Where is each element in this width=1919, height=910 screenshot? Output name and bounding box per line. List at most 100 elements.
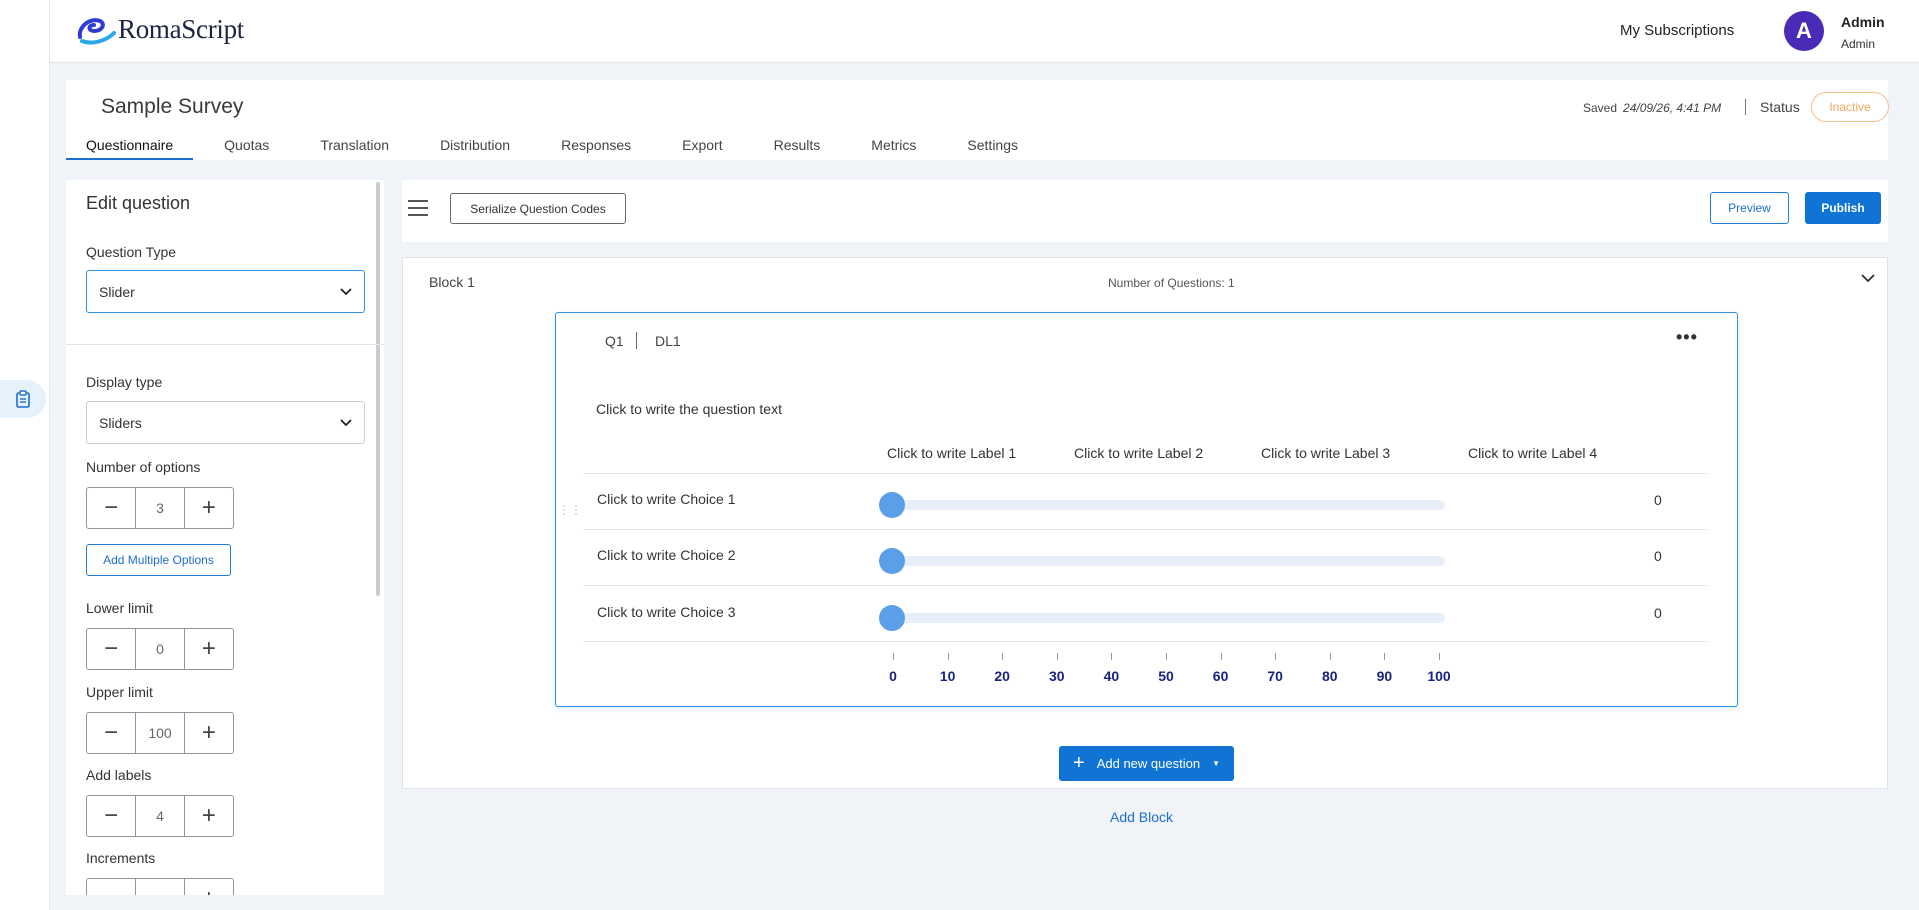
- tab-translation[interactable]: Translation: [300, 133, 409, 160]
- scale-tick: [1329, 653, 1331, 660]
- rail-item-questionnaire[interactable]: [0, 380, 46, 418]
- plus-icon: +: [1073, 752, 1085, 774]
- question-type-value: Slider: [99, 283, 135, 300]
- scale-tick: [1439, 653, 1440, 660]
- clipboard-icon: [16, 390, 30, 408]
- add-block-link[interactable]: Add Block: [1110, 809, 1173, 825]
- scale-tick: [1002, 653, 1004, 660]
- increments-value[interactable]: [135, 879, 185, 895]
- brand-logo[interactable]: RomaScript: [76, 14, 244, 45]
- status-badge[interactable]: Inactive: [1811, 92, 1889, 122]
- scale-tick: [893, 653, 894, 660]
- add-labels-label: Add labels: [86, 767, 152, 783]
- preview-button[interactable]: Preview: [1710, 192, 1789, 224]
- slider-track-1[interactable]: [893, 500, 1445, 510]
- add-new-question-button[interactable]: + Add new question ▼: [1059, 746, 1234, 781]
- edit-question-panel: Edit question Question Type Slider Displ…: [66, 180, 384, 895]
- minus-icon[interactable]: −: [87, 488, 135, 528]
- increments-stepper: − +: [86, 878, 234, 895]
- tab-export[interactable]: Export: [662, 133, 742, 160]
- plus-icon[interactable]: +: [185, 879, 233, 895]
- edit-panel-separator: [66, 344, 384, 345]
- plus-icon[interactable]: +: [185, 713, 233, 753]
- slider-track-3[interactable]: [893, 613, 1445, 623]
- scale-tick: [1220, 653, 1222, 660]
- minus-icon[interactable]: −: [87, 796, 135, 836]
- row-divider: [583, 473, 1707, 474]
- scale-tick-label: 10: [939, 668, 956, 684]
- choice-label-3[interactable]: Click to write Choice 3: [597, 604, 736, 620]
- survey-tabs: Questionnaire Quotas Translation Distrib…: [66, 133, 1049, 160]
- lower-limit-stepper: − 0 +: [86, 628, 234, 670]
- question-code[interactable]: DL1: [655, 333, 681, 349]
- block-title[interactable]: Block 1: [429, 274, 475, 290]
- upper-limit-value[interactable]: 100: [135, 713, 185, 753]
- plus-icon[interactable]: +: [185, 796, 233, 836]
- minus-icon[interactable]: −: [87, 713, 135, 753]
- tab-results[interactable]: Results: [754, 133, 841, 160]
- lower-limit-value[interactable]: 0: [135, 629, 185, 669]
- display-type-value: Sliders: [99, 414, 142, 431]
- my-subscriptions-link[interactable]: My Subscriptions: [1620, 22, 1734, 39]
- question-text[interactable]: Click to write the question text: [596, 401, 782, 417]
- num-options-stepper: − 3 +: [86, 487, 234, 529]
- user-role: Admin: [1841, 37, 1876, 51]
- drag-handle-icon[interactable]: ⋮⋮: [558, 504, 582, 516]
- tab-distribution[interactable]: Distribution: [420, 133, 530, 160]
- tab-questionnaire[interactable]: Questionnaire: [66, 133, 194, 160]
- row-divider: [583, 585, 1707, 586]
- num-options-label: Number of options: [86, 459, 201, 475]
- user-name: Admin: [1841, 14, 1885, 30]
- publish-button[interactable]: Publish: [1805, 192, 1881, 224]
- choice-label-1[interactable]: Click to write Choice 1: [597, 491, 736, 507]
- scale-tick-label: 90: [1376, 668, 1393, 684]
- edit-panel-scrollbar[interactable]: [376, 182, 380, 596]
- scale-tick: [1275, 653, 1277, 660]
- serialize-question-codes-button[interactable]: Serialize Question Codes: [450, 193, 626, 224]
- scale-tick-label: 70: [1267, 668, 1283, 684]
- avatar[interactable]: A: [1784, 11, 1824, 51]
- tab-quotas[interactable]: Quotas: [204, 133, 289, 160]
- add-labels-value[interactable]: 4: [135, 796, 185, 836]
- slider-value-1: 0: [1654, 492, 1662, 508]
- display-type-select[interactable]: Sliders: [86, 401, 365, 444]
- scale-tick-label: 40: [1103, 668, 1120, 684]
- plus-icon[interactable]: +: [185, 488, 233, 528]
- tab-responses[interactable]: Responses: [541, 133, 651, 160]
- scale-tick-label: 0: [889, 668, 897, 684]
- slider-thumb-3[interactable]: [879, 605, 905, 631]
- minus-icon[interactable]: −: [87, 629, 135, 669]
- more-options-icon[interactable]: •••: [1676, 327, 1698, 348]
- scale-tick-label: 50: [1158, 668, 1174, 684]
- scale-tick-label: 30: [1049, 668, 1065, 684]
- slider-value-2: 0: [1654, 548, 1662, 564]
- add-multiple-options-button[interactable]: Add Multiple Options: [86, 544, 231, 576]
- tab-settings[interactable]: Settings: [947, 133, 1038, 160]
- scale-label-3[interactable]: Click to write Label 3: [1261, 445, 1390, 461]
- scale-tick: [947, 653, 949, 660]
- tab-metrics[interactable]: Metrics: [851, 133, 936, 160]
- question-type-select[interactable]: Slider: [86, 270, 365, 313]
- num-options-value[interactable]: 3: [135, 488, 185, 528]
- question-card[interactable]: Q1 DL1 ••• ⋮⋮ Click to write the questio…: [555, 312, 1738, 707]
- scale-tick-label: 60: [1212, 668, 1229, 684]
- chevron-down-icon[interactable]: [1861, 274, 1875, 283]
- plus-icon[interactable]: +: [185, 629, 233, 669]
- scale-label-4[interactable]: Click to write Label 4: [1468, 445, 1597, 461]
- scale-label-1[interactable]: Click to write Label 1: [887, 445, 1016, 461]
- top-header: RomaScript My Subscriptions A Admin Admi…: [50, 0, 1919, 63]
- minus-icon[interactable]: −: [87, 879, 135, 895]
- choice-label-2[interactable]: Click to write Choice 2: [597, 547, 736, 563]
- slider-track-2[interactable]: [893, 556, 1445, 566]
- slider-thumb-2[interactable]: [879, 548, 905, 574]
- scale-tick-label: 100: [1427, 668, 1451, 684]
- saved-time: 24/09/26, 4:41 PM: [1623, 101, 1722, 115]
- page-title[interactable]: Sample Survey: [101, 95, 243, 119]
- upper-limit-stepper: − 100 +: [86, 712, 234, 754]
- menu-icon[interactable]: [408, 200, 428, 216]
- scale-label-2[interactable]: Click to write Label 2: [1074, 445, 1203, 461]
- lower-limit-label: Lower limit: [86, 600, 153, 616]
- saved-indicator: Saved 24/09/26, 4:41 PM: [1583, 101, 1721, 115]
- add-new-question-label: Add new question: [1096, 756, 1201, 771]
- slider-thumb-1[interactable]: [879, 492, 905, 518]
